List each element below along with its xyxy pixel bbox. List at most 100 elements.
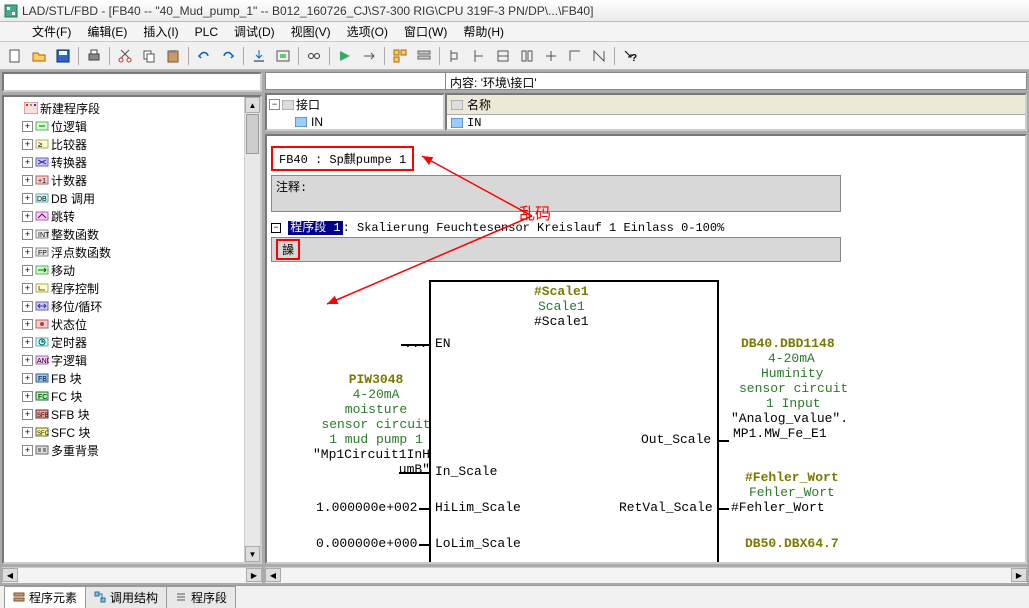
folder-icon: INT	[35, 228, 49, 240]
tree-item[interactable]: +SFCSFC 块	[6, 423, 242, 441]
tree-item[interactable]: +转换器	[6, 153, 242, 171]
tree-item[interactable]: +SFBSFB 块	[6, 405, 242, 423]
nc6-icon[interactable]	[564, 45, 586, 67]
tree-item[interactable]: +跳转	[6, 207, 242, 225]
interface-table[interactable]: 名称 IN	[445, 93, 1027, 131]
tree-item[interactable]: +状态位	[6, 315, 242, 333]
menu-edit[interactable]: 编辑(E)	[79, 21, 135, 42]
expand-icon[interactable]: +	[22, 445, 33, 456]
network-header[interactable]: − 程序段 1: Skalierung Feuchtesensor Kreisl…	[271, 218, 1021, 235]
nav-bar[interactable]	[2, 72, 262, 92]
expand-icon[interactable]: +	[22, 409, 33, 420]
collapse-network-icon[interactable]: −	[271, 223, 281, 233]
nc1-icon[interactable]	[444, 45, 466, 67]
nc5-icon[interactable]	[540, 45, 562, 67]
db-r3: Huminity	[761, 366, 823, 381]
print-icon[interactable]	[83, 45, 105, 67]
download-icon[interactable]	[248, 45, 270, 67]
tree-item-label: 计数器	[51, 172, 87, 189]
upload-icon[interactable]	[272, 45, 294, 67]
expand-icon[interactable]: +	[22, 175, 33, 186]
save-icon[interactable]	[52, 45, 74, 67]
tree-item[interactable]: +FCFC 块	[6, 387, 242, 405]
tree-scroll[interactable]: 新建程序段 +位逻辑+≥比较器+转换器++1计数器+DBDB 调用+跳转+INT…	[4, 97, 244, 562]
tree-vscroll[interactable]: ▲ ▼	[244, 97, 260, 562]
expand-icon[interactable]: +	[22, 337, 33, 348]
comment-box[interactable]: 注释:	[271, 175, 841, 212]
tree-item[interactable]: +程序控制	[6, 279, 242, 297]
menu-debug[interactable]: 调试(D)	[226, 21, 283, 42]
tree-item[interactable]: +移位/循环	[6, 297, 242, 315]
nc7-icon[interactable]	[588, 45, 610, 67]
help-icon[interactable]: ?	[619, 45, 641, 67]
pin-hilim: HiLim_Scale	[435, 500, 521, 515]
expand-icon[interactable]: +	[22, 157, 33, 168]
copy-icon[interactable]	[138, 45, 160, 67]
scroll-down-icon[interactable]: ▼	[245, 546, 260, 562]
goto-icon[interactable]	[334, 45, 356, 67]
undo-icon[interactable]	[193, 45, 215, 67]
tree-item[interactable]: +多重背景	[6, 441, 242, 459]
expand-icon[interactable]: +	[22, 319, 33, 330]
network-comment[interactable]: 譟	[271, 237, 841, 262]
menu-plc[interactable]: PLC	[187, 23, 226, 41]
expand-icon[interactable]: +	[22, 139, 33, 150]
scroll-left-icon[interactable]: ◀	[2, 568, 18, 582]
tab-networks[interactable]: 程序段	[166, 586, 236, 608]
scroll-up-icon[interactable]: ▲	[245, 97, 260, 113]
expand-icon[interactable]: +	[22, 247, 33, 258]
tree-item[interactable]: +位逻辑	[6, 117, 242, 135]
tree-item[interactable]: +≥比较器	[6, 135, 242, 153]
expand-icon[interactable]: +	[22, 427, 33, 438]
menu-help[interactable]: 帮助(H)	[455, 21, 512, 42]
nc2-icon[interactable]	[468, 45, 490, 67]
interface-tree[interactable]: − 接口 IN	[265, 93, 445, 131]
code-hscroll[interactable]: ◀ ▶	[265, 567, 1027, 583]
tree-hscroll[interactable]: ◀ ▶	[2, 567, 262, 583]
expand-icon[interactable]: +	[22, 391, 33, 402]
scroll-right-icon[interactable]: ▶	[246, 568, 262, 582]
expand-icon[interactable]: +	[22, 355, 33, 366]
tree-item[interactable]: +FBFB 块	[6, 369, 242, 387]
expand-icon[interactable]: +	[22, 283, 33, 294]
scroll-left-icon[interactable]: ◀	[265, 568, 281, 582]
tab-callstruct[interactable]: 调用结构	[85, 586, 167, 608]
tree-item[interactable]: +AND字逻辑	[6, 351, 242, 369]
cut-icon[interactable]	[114, 45, 136, 67]
scroll-thumb[interactable]	[246, 114, 259, 154]
expand-icon[interactable]: +	[22, 229, 33, 240]
code-area[interactable]: FB40 : Sp麒pumpe 1 乱码 注释: − 程序段 1: Skalie…	[265, 134, 1027, 564]
new-icon[interactable]	[4, 45, 26, 67]
tree-item[interactable]: ++1计数器	[6, 171, 242, 189]
paste-icon[interactable]	[162, 45, 184, 67]
menu-view[interactable]: 视图(V)	[283, 21, 339, 42]
redo-icon[interactable]	[217, 45, 239, 67]
menu-insert[interactable]: 插入(I)	[135, 21, 186, 42]
tree-item[interactable]: +定时器	[6, 333, 242, 351]
goto2-icon[interactable]	[358, 45, 380, 67]
tree-item[interactable]: +移动	[6, 261, 242, 279]
expand-icon[interactable]: +	[22, 265, 33, 276]
collapse-icon[interactable]: −	[269, 99, 280, 110]
nc4-icon[interactable]	[516, 45, 538, 67]
menu-options[interactable]: 选项(O)	[339, 21, 396, 42]
expand-icon[interactable]: +	[22, 211, 33, 222]
expand-icon[interactable]: +	[22, 121, 33, 132]
tree-root[interactable]: 新建程序段	[6, 99, 242, 117]
tab-elements[interactable]: 程序元素	[4, 586, 86, 608]
tree-item[interactable]: +FP浮点数函数	[6, 243, 242, 261]
tree-item[interactable]: +DBDB 调用	[6, 189, 242, 207]
scroll-right-icon[interactable]: ▶	[1011, 568, 1027, 582]
svg-text:SFB: SFB	[37, 413, 49, 419]
expand-icon[interactable]: +	[22, 193, 33, 204]
open-icon[interactable]	[28, 45, 50, 67]
catalog-icon[interactable]	[389, 45, 411, 67]
catalog2-icon[interactable]	[413, 45, 435, 67]
expand-icon[interactable]: +	[22, 373, 33, 384]
menu-window[interactable]: 窗口(W)	[396, 21, 455, 42]
nc3-icon[interactable]	[492, 45, 514, 67]
menu-file[interactable]: 文件(F)	[24, 21, 79, 42]
monitor-icon[interactable]	[303, 45, 325, 67]
tree-item[interactable]: +INT整数函数	[6, 225, 242, 243]
expand-icon[interactable]: +	[22, 301, 33, 312]
